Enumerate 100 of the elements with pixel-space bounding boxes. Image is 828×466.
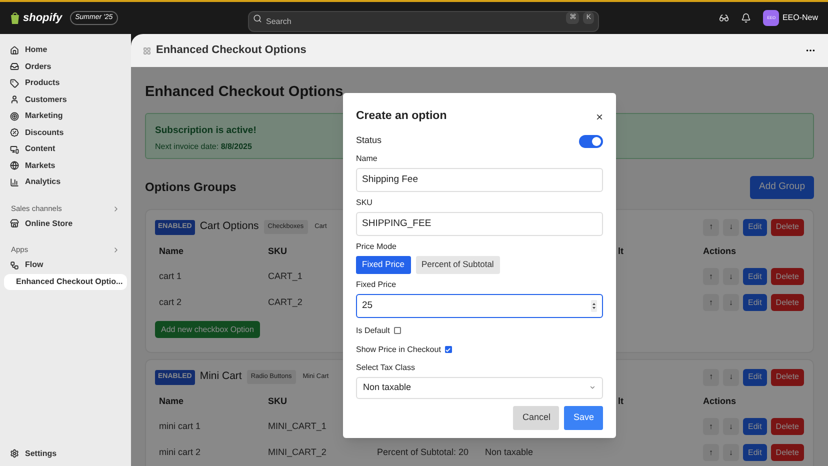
cancel-button[interactable]: Cancel <box>513 406 560 430</box>
sidebar-item[interactable]: Online Store <box>4 216 127 232</box>
banner-text: Next invoice date: 8/8/2025 <box>155 141 252 153</box>
column-header: lt <box>618 395 624 408</box>
edit-button[interactable]: Edit <box>743 268 767 286</box>
move-button[interactable]: ↑ <box>703 294 719 312</box>
inbox-icon <box>10 62 19 72</box>
delete-button[interactable]: Delete <box>770 268 804 286</box>
chevron-right-icon[interactable] <box>112 246 120 254</box>
column-header: Actions <box>703 245 736 258</box>
table-cell-text: Non taxable <box>485 446 534 459</box>
input-field[interactable]: 25 <box>356 294 603 318</box>
home-icon <box>10 46 19 55</box>
input-field[interactable]: Shipping Fee <box>356 168 603 192</box>
workflow-icon <box>10 260 19 270</box>
sidebar-item[interactable]: Settings <box>4 446 127 462</box>
close-button[interactable]: × <box>596 110 603 123</box>
sidebar-item[interactable]: Analytics <box>4 174 127 190</box>
search-icon <box>253 14 262 22</box>
table-cell-text: cart 1 <box>159 270 182 283</box>
move-button[interactable]: ↓ <box>723 368 740 386</box>
sidebar-item[interactable]: Marketing <box>4 108 127 124</box>
table-cell-text: Percent of Subtotal: 20 <box>377 446 469 459</box>
table-cell-text: MINI_CART_2 <box>268 446 326 459</box>
move-button[interactable]: ↑ <box>703 368 720 386</box>
column-header: Actions <box>703 395 736 408</box>
edit-button[interactable]: Edit <box>743 418 767 436</box>
edit-button[interactable]: Edit <box>743 368 767 386</box>
move-button[interactable]: ↑ <box>703 418 719 436</box>
column-header: Name <box>159 395 184 408</box>
section-heading: Options Groups <box>145 179 236 196</box>
sidebar-item[interactable]: Enhanced Checkout Optio... <box>4 274 127 290</box>
sidebar-item[interactable]: Flow <box>4 257 127 274</box>
move-button[interactable]: ↑ <box>703 444 719 462</box>
column-header: Name <box>159 245 184 258</box>
field-label: Name <box>356 152 378 165</box>
sidebar-item[interactable]: Content <box>4 141 127 158</box>
delete-button[interactable]: Delete <box>770 368 804 386</box>
price-mode-option[interactable]: Percent of Subtotal <box>416 256 500 274</box>
delete-button[interactable]: Delete <box>770 418 804 436</box>
sidebar-item[interactable]: Products <box>4 75 127 92</box>
edit-button[interactable]: Edit <box>743 294 767 312</box>
column-header: SKU <box>268 395 288 408</box>
glasses-icon[interactable] <box>719 13 730 23</box>
status-toggle[interactable] <box>579 134 603 148</box>
move-button[interactable]: ↑ <box>703 268 719 286</box>
edit-button[interactable]: Edit <box>743 444 767 462</box>
delete-button[interactable]: Delete <box>770 294 804 312</box>
table-cell-text: CART_2 <box>268 296 302 309</box>
tax-class-select[interactable]: Non taxable <box>356 376 603 399</box>
delete-button[interactable]: Delete <box>770 444 804 462</box>
column-header: lt <box>618 245 624 258</box>
checkbox[interactable] <box>394 327 401 334</box>
field-label: Price Mode <box>356 240 396 253</box>
grid-icon <box>143 46 151 54</box>
globe-icon <box>10 161 19 170</box>
dialog-title: Create an option <box>356 109 447 124</box>
table-cell-text: MINI_CART_1 <box>268 420 326 433</box>
field-label: Fixed Price <box>356 278 396 291</box>
target-icon <box>10 112 19 121</box>
group-name: Cart Options <box>200 219 259 234</box>
banner-title: Subscription is active! <box>155 124 256 138</box>
add-option-button[interactable]: Add new checkbox Option <box>155 321 260 338</box>
move-button[interactable]: ↑ <box>703 218 720 236</box>
sidebar-item[interactable]: Customers <box>4 92 127 108</box>
store-name: EEO-New <box>782 12 818 24</box>
add-group-button[interactable]: Add Group <box>750 176 814 199</box>
shopping-bag-icon <box>10 12 20 24</box>
sidebar-item[interactable]: Markets <box>4 158 127 174</box>
delete-button[interactable]: Delete <box>770 218 804 236</box>
settings-icon <box>10 449 19 458</box>
edit-button[interactable]: Edit <box>743 218 767 236</box>
sidebar-item[interactable]: Orders <box>4 58 127 75</box>
move-button[interactable]: ↓ <box>723 268 739 286</box>
move-button[interactable]: ↓ <box>723 444 739 462</box>
table-cell-text: CART_1 <box>268 270 302 283</box>
monitor-icon <box>10 144 19 154</box>
status-label: Status <box>356 134 382 148</box>
tag-icon <box>10 78 19 88</box>
input-field[interactable]: SHIPPING_FEE <box>356 212 603 236</box>
chevron-down-icon <box>589 384 596 392</box>
table-cell-text: cart 2 <box>159 296 182 309</box>
column-header: SKU <box>268 245 288 258</box>
table-cell-text: mini cart 2 <box>159 446 201 459</box>
price-mode-option[interactable]: Fixed Price <box>356 256 411 274</box>
bar-chart-icon <box>10 178 19 187</box>
move-button[interactable]: ↓ <box>723 294 739 312</box>
checkbox-label: Is Default <box>356 324 390 337</box>
sidebar-item[interactable]: Home <box>4 42 127 58</box>
move-button[interactable]: ↓ <box>723 218 740 236</box>
checkbox-label: Show Price in Checkout <box>356 344 441 356</box>
sidebar-item[interactable]: Discounts <box>4 124 127 141</box>
spinner-icon[interactable] <box>591 300 597 312</box>
chevron-right-icon[interactable] <box>112 204 120 212</box>
person-icon <box>10 95 19 104</box>
table-cell-text: mini cart 1 <box>159 420 201 433</box>
move-button[interactable]: ↓ <box>723 418 739 436</box>
notification-icon[interactable] <box>741 13 752 23</box>
save-button[interactable]: Save <box>564 406 603 430</box>
group-name: Mini Cart <box>200 369 242 384</box>
